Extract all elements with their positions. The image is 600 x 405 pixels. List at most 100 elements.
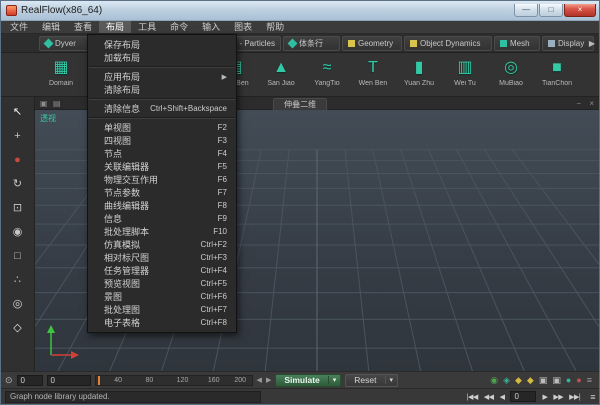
fast-forward-button[interactable]: ▶▶ xyxy=(553,393,563,401)
shelf-item-domain[interactable]: ▦ Domain xyxy=(39,56,83,87)
maximize-button[interactable]: □ xyxy=(539,4,563,17)
menu-item-preview-view[interactable]: 预览视图 Ctrl+F5 xyxy=(88,277,236,290)
record-icon[interactable]: ● xyxy=(566,376,571,385)
lock-open-icon[interactable]: ▣ xyxy=(552,376,561,385)
menu-export[interactable]: 输入 xyxy=(195,21,227,33)
menu-item-clear-layout[interactable]: 清除布局 xyxy=(88,83,236,96)
menu-item-save-layout[interactable]: 保存布局 xyxy=(88,38,236,51)
null-target-icon[interactable]: ◎ xyxy=(13,299,23,310)
go-start-button[interactable]: |◀◀ xyxy=(467,393,478,401)
menu-item-single-view[interactable]: 单视图 F2 xyxy=(88,121,236,134)
menu-item-label: 单视图 xyxy=(104,121,131,134)
shelf-label: Wei Tu xyxy=(443,80,487,87)
menu-item-physics-interactions[interactable]: 物理交互作用 F6 xyxy=(88,173,236,186)
viewport-panel-tab[interactable]: 伸叠二维 xyxy=(273,98,327,110)
realflow-window: RealFlow(x86_64) — □ × 文件 编辑 查看 布局 工具 命令… xyxy=(0,0,600,405)
menu-item-movie-player[interactable]: 景图 Ctrl+F6 xyxy=(88,290,236,303)
shelf-item-bitmap[interactable]: ▥ Wei Tu xyxy=(443,56,487,87)
sphere-icon[interactable]: ● xyxy=(14,155,21,166)
menu-item-label: 预览视图 xyxy=(104,277,140,290)
menu-commands[interactable]: 命令 xyxy=(163,21,195,33)
key-add-icon[interactable]: ◆ xyxy=(527,376,534,385)
menu-item-job-manager[interactable]: 任务管理器 Ctrl+F4 xyxy=(88,264,236,277)
quad-layout-icon[interactable]: ▤ xyxy=(53,99,61,108)
shelf-item-spline[interactable]: ≈ YangTio xyxy=(305,56,349,87)
scale-icon[interactable]: ⊡ xyxy=(13,203,22,214)
link-icon[interactable]: ◈ xyxy=(503,376,510,385)
shelf-item-target[interactable]: ◎ MuBiao xyxy=(489,56,533,87)
prev-frame-button[interactable]: ◀ xyxy=(500,393,505,401)
shelf-item-text[interactable]: T Wen Ben xyxy=(351,56,395,87)
menu-item-messages[interactable]: 信息 F9 xyxy=(88,212,236,225)
timeline-ruler[interactable]: 40 80 120 160 200 xyxy=(95,375,253,386)
menu-tools[interactable]: 工具 xyxy=(131,21,163,33)
go-end-button[interactable]: ▶▶| xyxy=(569,393,580,401)
playhead[interactable] xyxy=(98,376,100,385)
tab-fluid-row[interactable]: 体条行 xyxy=(283,36,340,51)
tab-overflow-arrow[interactable]: ▶ xyxy=(589,39,595,48)
shelf-item-cylinder[interactable]: ▮ Yuan Zhu xyxy=(397,56,441,87)
menu-item-curve-editor[interactable]: 曲线编辑器 F8 xyxy=(88,199,236,212)
menu-item-batch-script[interactable]: 批处理脚本 F10 xyxy=(88,225,236,238)
menu-item-batch-graph[interactable]: 批处理图 Ctrl+F7 xyxy=(88,303,236,316)
record-alt-icon[interactable]: ● xyxy=(576,376,581,385)
transport-frame-input[interactable]: 0 xyxy=(510,391,536,402)
menu-view[interactable]: 查看 xyxy=(67,21,99,33)
reset-dropdown-icon[interactable]: ▾ xyxy=(385,376,398,384)
tab-display[interactable]: Display xyxy=(542,36,594,51)
close-panel-icon[interactable]: × xyxy=(589,99,594,108)
menu-graphs[interactable]: 图表 xyxy=(227,21,259,33)
menu-item-simulation-flow[interactable]: 仿真模拟 Ctrl+F2 xyxy=(88,238,236,251)
tab-mesh[interactable]: Mesh xyxy=(494,36,540,51)
menu-help[interactable]: 帮助 xyxy=(259,21,291,33)
tab-geometry[interactable]: Geometry xyxy=(342,36,402,51)
minimize-panel-icon[interactable]: − xyxy=(576,99,581,108)
titlebar[interactable]: RealFlow(x86_64) — □ × xyxy=(1,1,599,21)
cube-icon[interactable]: □ xyxy=(14,251,21,262)
menu-item-load-layout[interactable]: 加载布局 xyxy=(88,51,236,64)
close-button[interactable]: × xyxy=(564,4,596,17)
wire-cube-icon[interactable]: ◇ xyxy=(13,323,21,334)
menu-item-label: 清除信息 xyxy=(104,102,140,115)
options-icon[interactable]: ≡ xyxy=(587,376,592,385)
menu-item-relationship-editor[interactable]: 关联编辑器 F5 xyxy=(88,160,236,173)
frame-range-input[interactable]: 0 xyxy=(47,375,91,386)
shelf-item-triangle[interactable]: ▲ San Jiao xyxy=(259,56,303,87)
menu-item-spreadsheet[interactable]: 电子表格 Ctrl+F8 xyxy=(88,316,236,329)
simulate-dropdown-icon[interactable]: ▾ xyxy=(328,376,341,384)
tab-label: Geometry xyxy=(358,39,393,48)
menu-separator xyxy=(89,66,235,68)
simulate-button[interactable]: Simulate ▾ xyxy=(275,374,341,387)
menu-item-quad-view[interactable]: 四视图 F3 xyxy=(88,134,236,147)
ring-icon[interactable]: ◉ xyxy=(13,227,23,238)
menu-item-relative-ruler-view[interactable]: 相对标尺图 Ctrl+F3 xyxy=(88,251,236,264)
menu-item-apply-layout[interactable]: 应用布局 ▶ xyxy=(88,70,236,83)
key-icon[interactable]: ◆ xyxy=(515,376,522,385)
rotate-icon[interactable]: ↻ xyxy=(13,179,22,190)
shelf-item-fill[interactable]: ■ TianChon xyxy=(535,56,579,87)
menu-layout[interactable]: 布局 xyxy=(99,21,131,33)
menu-file[interactable]: 文件 xyxy=(3,21,35,33)
menu-item-clear-messages[interactable]: 清除信息 Ctrl+Shift+Backspace xyxy=(88,102,236,115)
play-button[interactable]: ▶ xyxy=(542,393,547,401)
lock-icon[interactable]: ▣ xyxy=(539,376,548,385)
status-menu-icon[interactable]: ≡ xyxy=(590,392,595,402)
current-frame-input[interactable]: 0 xyxy=(17,375,43,386)
step-back-button[interactable]: ◀ xyxy=(257,376,262,384)
menu-item-nodes[interactable]: 节点 F4 xyxy=(88,147,236,160)
fast-back-button[interactable]: ◀◀ xyxy=(484,393,494,401)
single-layout-icon[interactable]: ▣ xyxy=(40,99,48,108)
menu-item-shortcut: F5 xyxy=(218,162,227,171)
reset-button[interactable]: Reset ▾ xyxy=(345,374,398,387)
hub-icon[interactable]: ◉ xyxy=(490,376,498,385)
minimize-button[interactable]: — xyxy=(514,4,538,17)
menu-edit[interactable]: 编辑 xyxy=(35,21,67,33)
menu-item-shortcut: F10 xyxy=(213,227,227,236)
tab-object-dynamics[interactable]: Object Dynamics xyxy=(404,36,492,51)
step-forward-button[interactable]: ▶ xyxy=(266,376,271,384)
menu-item-shortcut: Ctrl+F7 xyxy=(201,305,227,314)
menu-item-node-params[interactable]: 节点参数 F7 xyxy=(88,186,236,199)
points-icon[interactable]: ∴ xyxy=(14,275,21,286)
select-arrow-icon[interactable]: ↖ xyxy=(13,107,22,118)
move-icon[interactable]: + xyxy=(14,131,20,142)
